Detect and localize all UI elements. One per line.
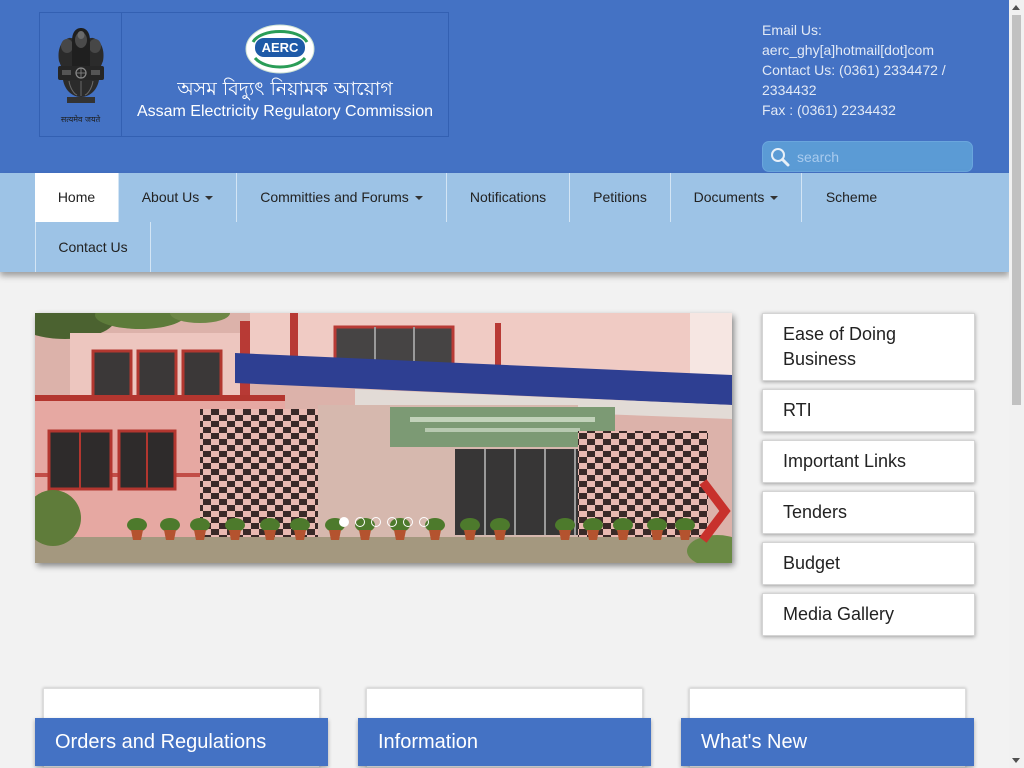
contact-phone: Contact Us: (0361) 2334472 / 2334432 bbox=[762, 62, 946, 98]
nav-item-label: Home bbox=[57, 189, 96, 205]
slider-dot[interactable] bbox=[354, 517, 365, 527]
emblem-panel: सत्यमेव जयते bbox=[40, 13, 122, 136]
slider-dot[interactable] bbox=[370, 517, 381, 527]
quick-links: Ease of Doing Business RTI Important Lin… bbox=[762, 313, 975, 644]
vertical-scrollbar[interactable] bbox=[1009, 0, 1024, 768]
site-title-bengali: অসম বিদ্যুৎ নিয়ামক আয়োগ bbox=[177, 78, 393, 100]
aerc-logo: AERC bbox=[245, 24, 315, 74]
search-input[interactable] bbox=[797, 142, 967, 171]
quick-link-important-links[interactable]: Important Links bbox=[762, 440, 975, 483]
email-label: Email Us: bbox=[762, 22, 822, 38]
scrollbar-thumb[interactable] bbox=[1012, 15, 1021, 405]
fax-number: Fax : (0361) 2234432 bbox=[762, 102, 896, 118]
nav-item-label: Contact Us bbox=[58, 239, 128, 255]
nav-item-contact-us[interactable]: Contact Us bbox=[35, 222, 151, 272]
nav-item-label: Petitions bbox=[593, 189, 647, 205]
nav-item-petitions[interactable]: Petitions bbox=[570, 173, 671, 222]
main-navbar: Home About Us Committies and Forums Noti… bbox=[0, 173, 1009, 272]
national-emblem-icon bbox=[58, 28, 104, 103]
slider-dot[interactable] bbox=[402, 517, 413, 527]
site-logo[interactable]: सत्यमेव जयते AERC অসম বিদ্যুৎ নিয়ামক আয… bbox=[39, 12, 449, 137]
logo-abbreviation: AERC bbox=[262, 40, 299, 55]
nav-item-scheme[interactable]: Scheme bbox=[802, 173, 901, 222]
nav-item-label: About Us bbox=[141, 189, 200, 205]
caret-down-icon bbox=[205, 196, 214, 201]
orders-and-regulations-heading[interactable]: Orders and Regulations bbox=[35, 718, 328, 766]
quick-link-budget[interactable]: Budget bbox=[762, 542, 975, 585]
search-box[interactable] bbox=[762, 141, 973, 172]
caret-down-icon bbox=[770, 196, 779, 201]
information-heading[interactable]: Information bbox=[358, 718, 651, 766]
site-title-english: Assam Electricity Regulatory Commission bbox=[136, 103, 434, 120]
image-slider[interactable] bbox=[35, 313, 732, 563]
slider-dots bbox=[35, 517, 732, 527]
chevron-right-icon[interactable] bbox=[695, 478, 731, 544]
nav-menu: Home About Us Committies and Forums Noti… bbox=[35, 173, 975, 272]
slider-next-button[interactable] bbox=[695, 478, 731, 544]
quick-link-media-gallery[interactable]: Media Gallery bbox=[762, 593, 975, 636]
nav-item-committies-and-forums[interactable]: Committies and Forums bbox=[237, 173, 447, 222]
whats-new-heading[interactable]: What's New bbox=[681, 718, 974, 766]
quick-link-tenders[interactable]: Tenders bbox=[762, 491, 975, 534]
scroll-down-arrow-icon bbox=[1012, 758, 1020, 763]
quick-link-ease-of-doing-business[interactable]: Ease of Doing Business bbox=[762, 313, 975, 381]
page: सत्यमेव जयते AERC অসম বিদ্যুৎ নিয়ামক আয… bbox=[0, 0, 1009, 768]
contact-info: Email Us: aerc_ghy[a]hotmail[dot]com Con… bbox=[762, 20, 962, 120]
scroll-up-button[interactable] bbox=[1009, 0, 1024, 15]
nav-item-label: Committies and Forums bbox=[260, 189, 409, 205]
site-header: सत्यमेव जयते AERC অসম বিদ্যুৎ নিয়ামক আয… bbox=[0, 0, 1009, 173]
nav-item-about-us[interactable]: About Us bbox=[119, 173, 237, 222]
nav-item-label: Documents bbox=[693, 189, 765, 205]
slider-dot[interactable] bbox=[386, 517, 397, 527]
quick-link-rti[interactable]: RTI bbox=[762, 389, 975, 432]
slider-dot[interactable] bbox=[338, 517, 349, 527]
emblem-motto: सत्यमेव जयते bbox=[60, 115, 101, 124]
nav-item-home[interactable]: Home bbox=[35, 173, 119, 222]
nav-item-documents[interactable]: Documents bbox=[671, 173, 802, 222]
search-icon[interactable] bbox=[770, 147, 790, 167]
scroll-down-button[interactable] bbox=[1009, 753, 1024, 768]
scroll-up-arrow-icon bbox=[1012, 5, 1020, 10]
nav-item-label: Scheme bbox=[825, 189, 878, 205]
caret-down-icon bbox=[414, 196, 423, 201]
slider-dot[interactable] bbox=[418, 517, 429, 527]
nav-item-notifications[interactable]: Notifications bbox=[447, 173, 570, 222]
email-address[interactable]: aerc_ghy[a]hotmail[dot]com bbox=[762, 40, 962, 60]
nav-item-label: Notifications bbox=[469, 189, 547, 205]
